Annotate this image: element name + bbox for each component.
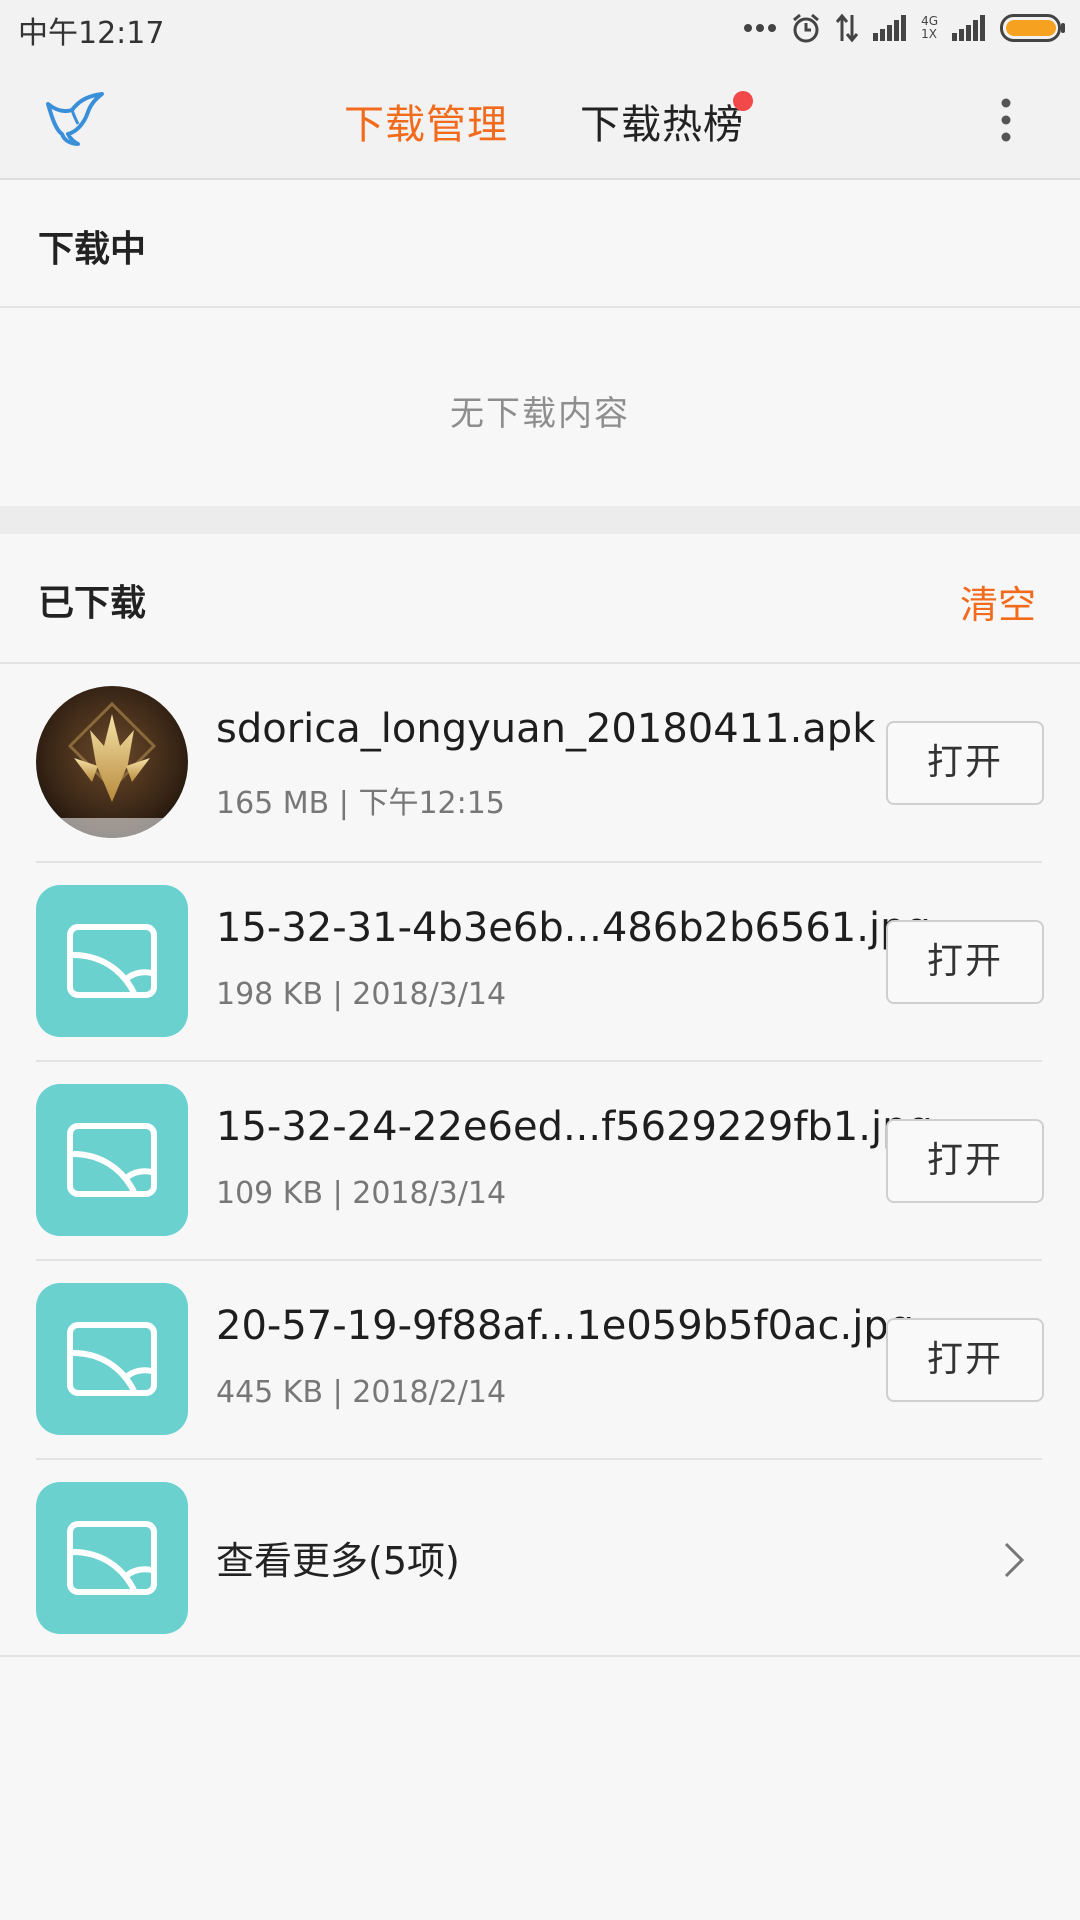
alarm-icon bbox=[793, 13, 820, 43]
image-file-icon bbox=[36, 1283, 188, 1435]
section-separator bbox=[0, 506, 1080, 534]
notification-badge bbox=[733, 91, 753, 111]
open-button[interactable]: 打开 bbox=[886, 721, 1044, 805]
more-vertical-icon[interactable] bbox=[994, 96, 1018, 144]
file-meta: 445 KB | 2018/2/14 bbox=[216, 1375, 507, 1410]
game-app-icon bbox=[36, 686, 188, 838]
open-button[interactable]: 打开 bbox=[886, 1318, 1044, 1402]
battery-icon bbox=[1000, 14, 1065, 42]
signal-icon-sim1 bbox=[873, 15, 907, 41]
image-file-icon bbox=[36, 1084, 188, 1236]
file-name: 20-57-19-9f88af...1e059b5f0ac.jpg bbox=[216, 1303, 915, 1349]
status-time: 中午12:17 bbox=[18, 16, 165, 51]
network-type-label: 4G 1X bbox=[921, 15, 938, 41]
file-meta: 109 KB | 2018/3/14 bbox=[216, 1176, 507, 1211]
file-meta: 165 MB | 下午12:15 bbox=[216, 786, 505, 821]
more-dots-icon bbox=[744, 24, 777, 32]
download-item[interactable]: sdorica_longyuan_20180411.apk 165 MB | 下… bbox=[0, 664, 1080, 863]
see-more-row[interactable]: 查看更多(5项) bbox=[0, 1460, 1080, 1655]
status-icons: 4G 1X bbox=[743, 8, 1066, 48]
signal-icon-sim2 bbox=[952, 15, 985, 41]
empty-downloads-message: 无下载内容 bbox=[450, 394, 630, 434]
clear-button[interactable]: 清空 bbox=[960, 574, 1036, 629]
image-file-icon bbox=[36, 1482, 188, 1634]
download-item[interactable]: 20-57-19-9f88af...1e059b5f0ac.jpg 445 KB… bbox=[0, 1261, 1080, 1460]
chevron-right-icon bbox=[1004, 1542, 1025, 1578]
file-name: 15-32-31-4b3e6b...486b2b6561.jpg bbox=[216, 905, 931, 951]
downloaded-title: 已下载 bbox=[38, 583, 147, 624]
see-more-label: 查看更多(5项) bbox=[216, 1539, 460, 1583]
tab-download-ranking[interactable]: 下载热榜 bbox=[580, 92, 744, 150]
list-bottom-divider bbox=[0, 1655, 1080, 1657]
file-name: sdorica_longyuan_20180411.apk bbox=[216, 706, 876, 752]
open-button[interactable]: 打开 bbox=[886, 920, 1044, 1004]
file-meta: 198 KB | 2018/3/14 bbox=[216, 977, 507, 1012]
download-item[interactable]: 15-32-31-4b3e6b...486b2b6561.jpg 198 KB … bbox=[0, 863, 1080, 1062]
data-transfer-icon bbox=[835, 13, 859, 43]
downloaded-section-header: 已下载 清空 bbox=[0, 536, 1080, 664]
downloading-title: 下载中 bbox=[38, 229, 147, 270]
downloading-section-header: 下载中 bbox=[0, 182, 1080, 308]
download-item[interactable]: 15-32-24-22e6ed...f5629229fb1.jpg 109 KB… bbox=[0, 1062, 1080, 1261]
status-bar: 中午12:17 4G 1X bbox=[0, 0, 1080, 56]
network-1x-label: 1X bbox=[921, 27, 937, 41]
title-bar: 下载管理 下载热榜 bbox=[0, 56, 1080, 180]
image-file-icon bbox=[36, 885, 188, 1037]
open-button[interactable]: 打开 bbox=[886, 1119, 1044, 1203]
tab-download-manager[interactable]: 下载管理 bbox=[344, 92, 508, 150]
file-name: 15-32-24-22e6ed...f5629229fb1.jpg bbox=[216, 1104, 933, 1150]
bird-logo-icon[interactable] bbox=[44, 90, 106, 146]
